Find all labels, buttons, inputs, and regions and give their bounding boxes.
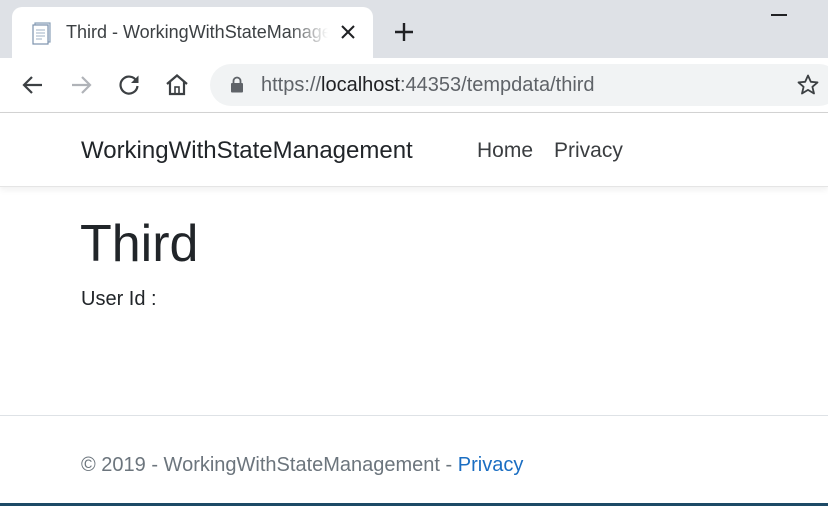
nav-link-home[interactable]: Home bbox=[477, 138, 533, 164]
url-path: :44353/tempdata/third bbox=[399, 74, 595, 96]
footer-copyright: © 2019 - WorkingWithStateManagement - bbox=[81, 454, 458, 476]
site-navbar: WorkingWithStateManagement Home Privacy bbox=[0, 113, 828, 187]
page-title: Third bbox=[80, 215, 199, 273]
url-scheme: https:// bbox=[261, 74, 322, 96]
url-host: localhost bbox=[321, 74, 400, 96]
browser-tab-strip: Third - WorkingWithStateManagement bbox=[0, 0, 828, 58]
address-url[interactable]: https://localhost:44353/tempdata/third bbox=[261, 73, 595, 97]
footer-text: © 2019 - WorkingWithStateManagement - Pr… bbox=[81, 452, 523, 478]
close-icon[interactable] bbox=[338, 22, 358, 42]
site-footer: © 2019 - WorkingWithStateManagement - Pr… bbox=[0, 415, 828, 503]
lock-icon[interactable] bbox=[230, 76, 244, 93]
new-tab-plus-icon[interactable] bbox=[392, 20, 416, 44]
tab-title: Third - WorkingWithStateManagement bbox=[66, 22, 328, 42]
reload-icon[interactable] bbox=[116, 72, 142, 98]
minimize-window-button[interactable] bbox=[771, 14, 787, 16]
nav-link-privacy[interactable]: Privacy bbox=[554, 138, 623, 164]
browser-tab[interactable]: Third - WorkingWithStateManagement bbox=[12, 7, 373, 58]
browser-toolbar: https://localhost:44353/tempdata/third bbox=[0, 58, 828, 113]
user-id-label: User Id : bbox=[81, 288, 157, 310]
page-icon bbox=[32, 22, 51, 45]
back-arrow-icon[interactable] bbox=[20, 72, 46, 98]
site-brand-link[interactable]: WorkingWithStateManagement bbox=[81, 136, 413, 166]
bookmark-star-icon[interactable] bbox=[796, 73, 820, 97]
footer-privacy-link[interactable]: Privacy bbox=[458, 454, 524, 476]
home-icon[interactable] bbox=[164, 72, 190, 98]
forward-arrow-icon[interactable] bbox=[68, 72, 94, 98]
address-bar[interactable]: https://localhost:44353/tempdata/third bbox=[210, 64, 828, 106]
